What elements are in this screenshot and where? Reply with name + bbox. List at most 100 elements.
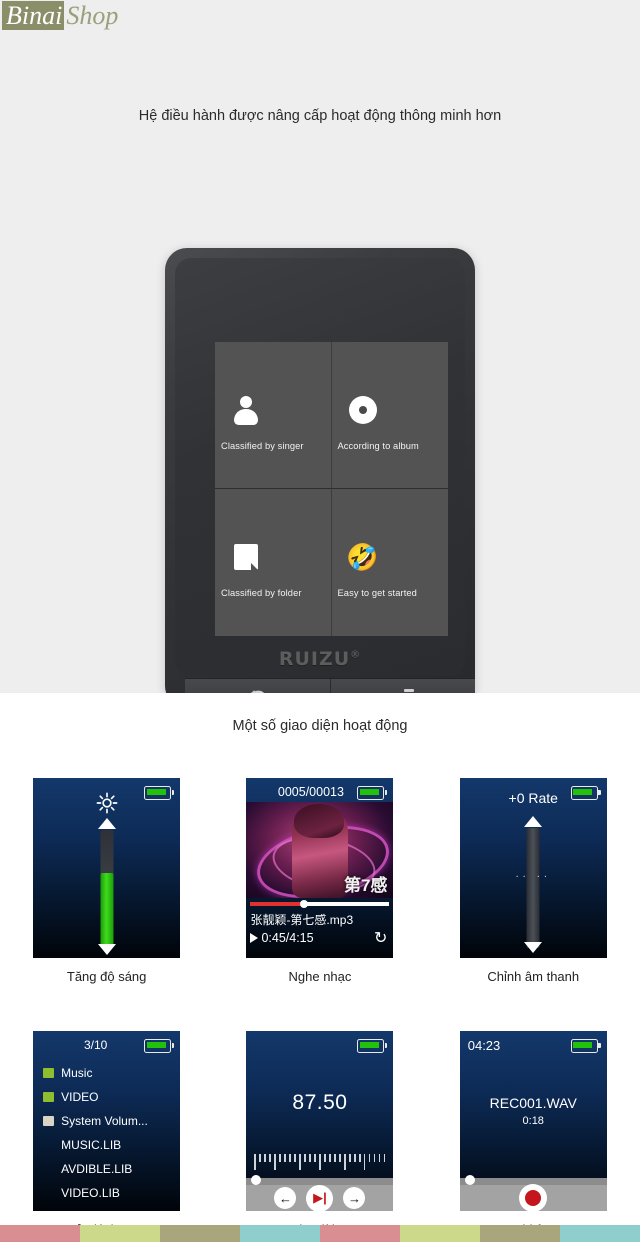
battery-icon [357,1039,388,1053]
play-icon[interactable] [250,933,259,943]
record-button[interactable] [519,1184,548,1211]
device-brand-logo: RUIZU® [175,648,465,670]
fm-controls: ← ▶| → [246,1184,394,1211]
stripe-segment [240,1225,320,1242]
tile-according-to-album[interactable]: According to album [331,342,448,489]
stripe-segment [160,1225,240,1242]
fm-frequency: 87.50 [292,1091,348,1114]
list-item-label: VIDEO.LIB [61,1186,120,1200]
smiley-icon: 🤣 [340,535,386,579]
section-subheading: Một số giao diện hoạt động [232,718,408,734]
folder-icon [43,1092,55,1102]
item-counter: 3/10 [83,1038,108,1052]
person-icon [223,388,269,432]
menu-icon [392,689,414,693]
device-button-bar [185,678,475,693]
menu-button[interactable] [330,679,475,693]
list-item[interactable]: System Volum... [43,1109,175,1133]
list-item-label: Music [61,1066,93,1080]
list-item-label: AVDIBLE.LIB [61,1162,133,1176]
increase-arrow-icon[interactable] [97,818,116,829]
folder-icon [43,1116,55,1126]
screenshot-gallery: Tăng độ sáng 0005/00013 第7感 张靓颖-第七感.mp3 … [0,778,640,1237]
track-counter: 0005/00013 [277,785,344,799]
file-icon [43,1140,54,1150]
list-item-label: MUSIC.LIB [61,1138,122,1152]
recording-duration: 0:18 [522,1115,544,1127]
tile-easy-to-get-started[interactable]: 🤣 Easy to get started [332,489,449,636]
scan-button[interactable]: ▶| [306,1184,334,1211]
recorder-controls [459,1184,607,1211]
gallery-caption: Nghe nhạc [288,969,352,984]
gallery-row: Tăng độ sáng 0005/00013 第7感 张靓颖-第七感.mp3 … [0,778,640,984]
fm-scroll-bar[interactable] [246,1175,394,1185]
screen-brightness[interactable] [33,778,181,958]
back-icon [251,690,265,693]
site-logo[interactable]: Binai Shop [2,1,119,30]
gallery-item-fm: 87.50 ← ▶| → Nghe đài FM [213,1031,426,1237]
screen-fm-radio[interactable]: 87.50 ← ▶| → [246,1031,394,1211]
tile-label: Classified by folder [221,588,302,598]
logo-text-primary: Binai [2,1,65,30]
decrease-arrow-icon[interactable] [97,944,116,955]
logo-text-secondary: Shop [66,1,119,30]
gallery-caption: Tăng độ sáng [66,969,147,984]
list-item[interactable]: Music [43,1061,175,1085]
repeat-icon[interactable]: ↻ [374,928,387,948]
screen-file-manager[interactable]: 3/10 Music VIDEO System Volum... MUSIC.L… [33,1031,181,1211]
stripe-segment [560,1225,640,1242]
gallery-row: 3/10 Music VIDEO System Volum... MUSIC.L… [0,1031,640,1237]
registered-mark: ® [350,649,362,661]
fm-tuning-scale[interactable] [254,1154,386,1171]
list-item[interactable]: AVDIBLE.LIB [43,1157,175,1181]
rate-slider-track[interactable] [526,828,540,948]
site-header: Binai Shop [0,0,640,40]
tile-label: According to album [337,441,419,451]
gallery-item-sound: +0 Rate .. .. Chỉnh âm thanh [427,778,640,984]
prev-button[interactable]: ← [274,1187,297,1209]
file-list: Music VIDEO System Volum... MUSIC.LIB AV… [43,1061,175,1205]
list-item[interactable]: MUSIC.LIB [43,1133,175,1157]
sun-icon [96,792,118,814]
tile-classified-by-folder[interactable]: Classified by folder [215,489,332,636]
stripe-segment [0,1225,80,1242]
folder-icon [43,1068,55,1078]
screen-sound-rate[interactable]: +0 Rate .. .. [459,778,607,958]
screen-music-player[interactable]: 0005/00013 第7感 张靓颖-第七感.mp3 0:45/4:15 ↻ [246,778,394,958]
tile-classified-by-singer[interactable]: Classified by singer [215,342,332,489]
list-item[interactable]: VIDEO [43,1085,175,1109]
tile-label: Classified by singer [221,441,304,451]
decrease-arrow-icon[interactable] [524,942,543,953]
smiley-glyph: 🤣 [346,542,379,572]
next-button[interactable]: → [343,1187,366,1209]
menu-tile-grid: Classified by singer According to album … [215,342,448,636]
gallery-item-music: 0005/00013 第7感 张靓颖-第七感.mp3 0:45/4:15 ↻ N… [213,778,426,984]
back-button[interactable] [185,679,331,693]
record-dot-icon [525,1190,542,1206]
gallery-item-recorder: 04:23 REC001.WAV 0:18 Ghi âm [427,1031,640,1237]
stripe-segment [80,1225,160,1242]
stripe-segment [320,1225,400,1242]
increase-arrow-icon[interactable] [524,816,543,827]
footer-color-stripe [0,1225,640,1242]
screen-voice-recorder[interactable]: 04:23 REC001.WAV 0:18 [459,1031,607,1211]
clock-label: 04:23 [467,1038,501,1053]
folder-icon [223,535,269,579]
stripe-segment [400,1225,480,1242]
progress-knob[interactable] [300,900,309,908]
stripe-segment [480,1225,560,1242]
list-item[interactable]: VIDEO.LIB [43,1181,175,1205]
file-icon [43,1164,54,1174]
file-icon [43,1188,54,1198]
device-screen: Classified by singer According to album … [215,342,448,636]
playback-time: 0:45/4:15 [250,931,314,945]
gallery-item-brightness: Tăng độ sáng [0,778,213,984]
recording-filename: REC001.WAV [489,1095,577,1111]
playback-progress-bar[interactable] [250,900,390,908]
mp3-player-device: Classified by singer According to album … [165,248,475,693]
tile-label: Easy to get started [337,588,417,598]
rate-dots: .. .. [515,868,551,880]
album-art: 第7感 [246,802,394,898]
device-body: Classified by singer According to album … [175,258,475,693]
brightness-slider-fill [100,873,114,948]
